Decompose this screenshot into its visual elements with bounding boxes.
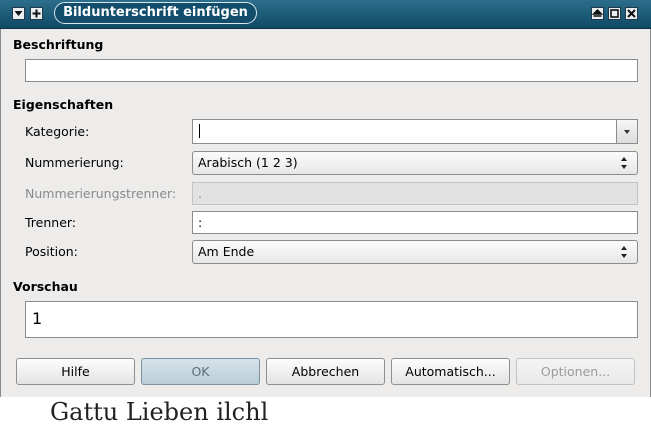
help-button[interactable]: Hilfe [16,358,135,385]
section-properties-heading: Eigenschaften [13,97,114,112]
numbering-separator-input[interactable]: . [192,182,638,205]
numbering-label: Nummerierung: [25,155,124,170]
eject-icon [592,9,603,17]
sticky-button[interactable] [30,7,43,20]
section-caption-heading: Beschriftung [13,37,104,52]
preview-text: 1 [32,309,43,328]
text-cursor [199,124,200,138]
title-bar[interactable]: Bildunterschrift einfügen [0,0,651,29]
chevron-down-icon [624,130,630,134]
background-document-text-bottom: Gattu Lieben ilchl [50,398,269,426]
separator-label: Trenner: [25,215,77,230]
numbering-separator-label: Nummerierungstrenner: [25,186,177,201]
preview-box: 1 [25,301,638,338]
maximize-icon [610,9,619,18]
triangle-down-icon [14,11,23,16]
options-button[interactable]: Optionen... [516,358,635,385]
up-down-arrows-icon [621,246,627,258]
position-select[interactable]: Am Ende [192,240,638,264]
window-menu-button[interactable] [12,7,25,20]
numbering-separator-value: . [198,186,202,201]
category-combobox[interactable] [192,119,638,144]
cancel-button[interactable]: Abbrechen [266,358,385,385]
up-down-arrows-icon [621,157,627,169]
category-dropdown-button[interactable] [616,120,637,143]
close-button[interactable] [625,7,638,20]
numbering-select[interactable]: Arabisch (1 2 3) [192,151,638,175]
position-value: Am Ende [198,244,255,259]
autocaption-button[interactable]: Automatisch... [391,358,510,385]
separator-input[interactable]: : [192,211,638,234]
shade-button[interactable] [591,7,604,20]
numbering-value: Arabisch (1 2 3) [198,155,298,170]
plus-icon [32,9,41,18]
maximize-button[interactable] [608,7,621,20]
position-label: Position: [25,244,78,259]
section-preview-heading: Vorschau [13,279,78,294]
window-title: Bildunterschrift einfügen [54,2,257,24]
caption-input[interactable] [25,59,638,82]
separator-value: : [198,215,203,230]
category-label: Kategorie: [25,124,90,139]
ok-button[interactable]: OK [141,358,260,385]
close-icon [627,9,636,18]
